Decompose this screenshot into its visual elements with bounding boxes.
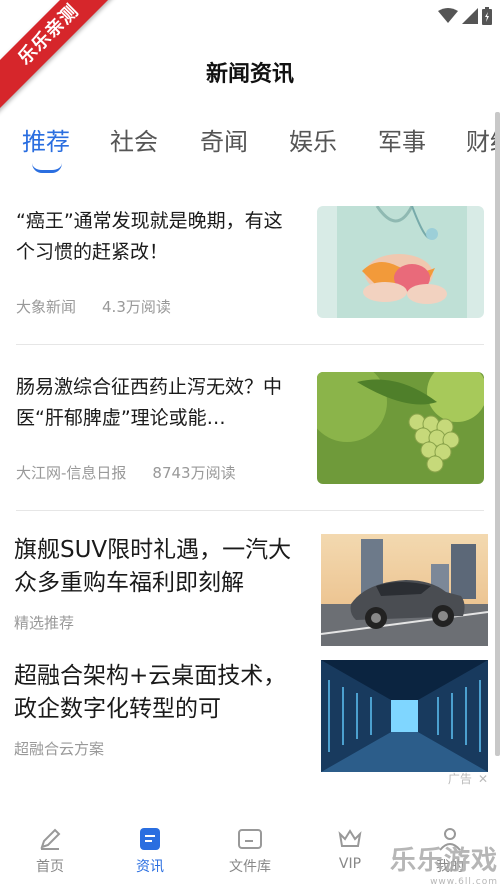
- close-icon[interactable]: ✕: [478, 772, 488, 786]
- watermark-brand: 乐乐游戏: [389, 846, 498, 876]
- news-icon: [140, 828, 160, 850]
- active-tab-indicator: [32, 163, 62, 173]
- signal-icon: [462, 8, 478, 24]
- pen-icon: [40, 828, 61, 850]
- news-meta: 大象新闻 4.3万阅读: [16, 296, 171, 317]
- category-tabs: 推荐 社会 奇闻 娱乐 军事 财经: [0, 118, 500, 178]
- ad-tag: 广告 ✕: [448, 770, 488, 787]
- divider: [16, 344, 484, 345]
- nav-news[interactable]: 资讯: [110, 826, 190, 876]
- page-title: 新闻资讯: [205, 62, 294, 87]
- ad-label: 广告: [447, 772, 472, 786]
- divider: [16, 510, 484, 511]
- ad-item[interactable]: 旗舰SUV限时礼遇，一汽大众多重购车福利即刻解 精选推荐: [14, 534, 488, 648]
- news-item[interactable]: “癌王”通常发现就是晚期，有这个习惯的赶紧改！ 大象新闻 4.3万阅读: [16, 206, 484, 320]
- ad-title[interactable]: 超融合架构+云桌面技术，政企数字化转型的可: [14, 660, 299, 726]
- news-reads: 8743万阅读: [152, 464, 236, 482]
- news-source: 大象新闻: [16, 298, 77, 316]
- ad-item[interactable]: 超融合架构+云桌面技术，政企数字化转型的可 超融合云方案: [14, 660, 488, 774]
- nav-files[interactable]: 文件库: [210, 826, 290, 876]
- news-meta: 大江网-信息日报 8743万阅读: [16, 462, 236, 483]
- ad-source: 超融合云方案: [14, 740, 105, 758]
- scrollbar[interactable]: [495, 112, 500, 756]
- watermark: 乐乐游戏 www.6ll.com: [390, 840, 498, 887]
- news-title[interactable]: 肠易激综合征西药止泻无效？中医“肝郁脾虚”理论或能…: [16, 372, 301, 434]
- tab-military[interactable]: 军事: [378, 122, 426, 157]
- status-icons: [438, 7, 492, 25]
- nav-label: VIP: [338, 856, 362, 872]
- news-title[interactable]: “癌王”通常发现就是晚期，有这个习惯的赶紧改！: [16, 206, 301, 268]
- server-room-image[interactable]: [321, 660, 488, 772]
- news-item[interactable]: 肠易激综合征西药止泻无效？中医“肝郁脾虚”理论或能… 大江网-信息日报 8743万…: [16, 372, 484, 486]
- watermark-url: www.6ll.com: [430, 877, 498, 887]
- suv-car-image[interactable]: [321, 534, 488, 646]
- wifi-icon: [438, 8, 458, 23]
- news-reads: 4.3万阅读: [102, 298, 171, 316]
- ad-title[interactable]: 旗舰SUV限时礼遇，一汽大众多重购车福利即刻解: [14, 534, 299, 600]
- nav-label: 资讯: [136, 859, 164, 875]
- tab-entertainment[interactable]: 娱乐: [289, 122, 337, 157]
- crown-icon: [338, 829, 362, 847]
- nav-home[interactable]: 首页: [10, 826, 90, 876]
- tab-society[interactable]: 社会: [110, 122, 158, 157]
- ad-source: 精选推荐: [14, 614, 75, 632]
- folder-icon: [238, 829, 262, 849]
- tab-oddities[interactable]: 奇闻: [200, 122, 248, 157]
- nav-vip[interactable]: VIP: [310, 826, 390, 872]
- nav-label: 首页: [36, 859, 64, 875]
- nav-label: 文件库: [229, 859, 271, 875]
- grapes-image[interactable]: [317, 372, 484, 484]
- news-source: 大江网-信息日报: [16, 464, 127, 482]
- tab-recommend[interactable]: 推荐: [22, 122, 70, 157]
- medical-organ-image[interactable]: [317, 206, 484, 318]
- battery-icon: [482, 7, 492, 25]
